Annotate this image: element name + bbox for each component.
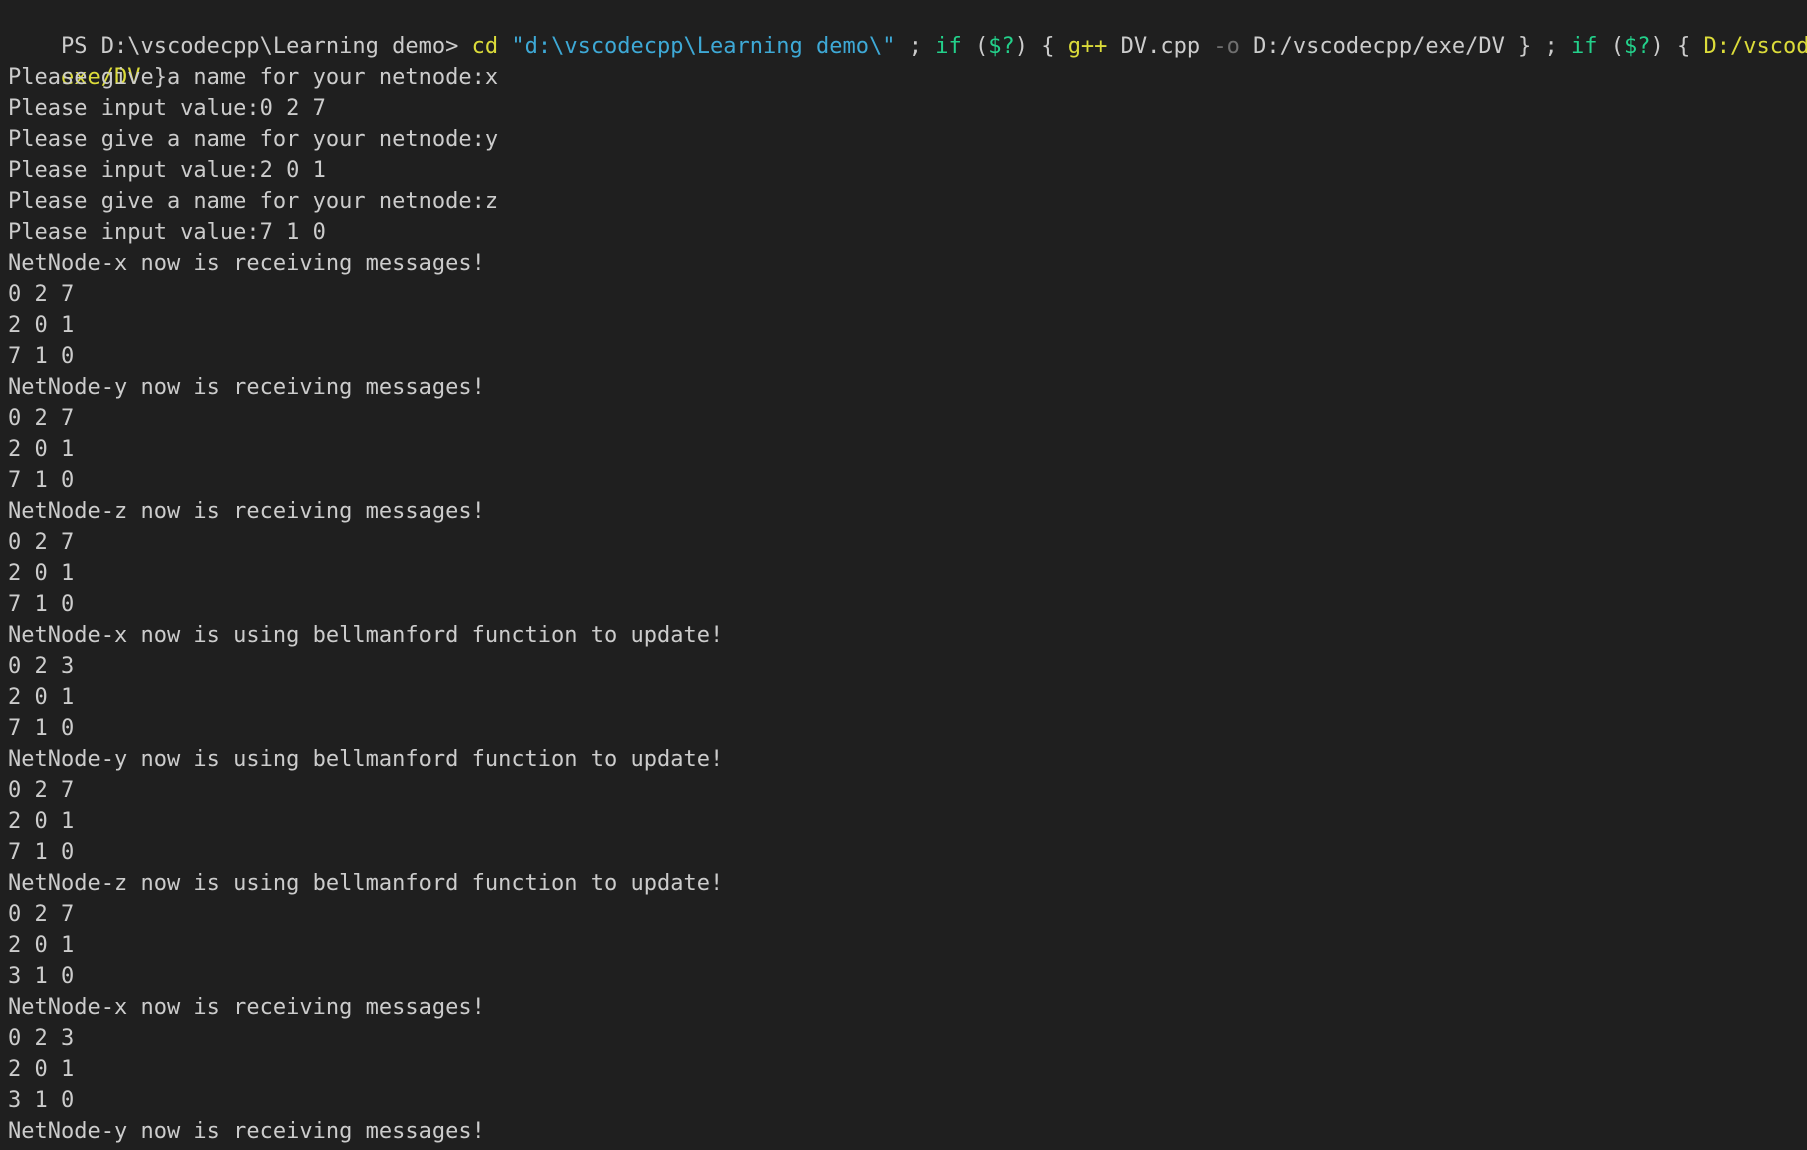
output-line: 7 1 0 bbox=[8, 592, 75, 617]
output-line: 2 0 1 bbox=[8, 561, 75, 586]
output-line: 2 0 1 bbox=[8, 685, 75, 710]
status-variable: $? bbox=[1624, 34, 1651, 59]
prompt-text: PS D:\vscodecpp\Learning demo> bbox=[60, 34, 472, 59]
output-line: 2 0 1 bbox=[8, 313, 75, 338]
compiler-command: g++ bbox=[1067, 34, 1108, 59]
if-keyword: if bbox=[1571, 34, 1598, 59]
output-line: NetNode-x now is using bellmanford funct… bbox=[8, 623, 724, 648]
output-line: NetNode-y now is using bellmanford funct… bbox=[8, 747, 724, 772]
output-line: Please give a name for your netnode:x bbox=[8, 65, 499, 90]
terminal-output: Please give a name for your netnode:x Ple… bbox=[8, 62, 1799, 1147]
output-line: 0 2 3 bbox=[8, 1026, 75, 1051]
output-line: 0 2 7 bbox=[8, 778, 75, 803]
output-path: D:/vscodecpp/exe/DV } ; bbox=[1239, 34, 1572, 59]
output-line: 0 2 7 bbox=[8, 406, 75, 431]
output-line: 7 1 0 bbox=[8, 468, 75, 493]
source-file: DV.cpp bbox=[1107, 34, 1214, 59]
output-line: 3 1 0 bbox=[8, 1088, 75, 1113]
output-line: Please input value:0 2 7 bbox=[8, 96, 326, 121]
output-line: 0 2 7 bbox=[8, 530, 75, 555]
output-line: Please input value:7 1 0 bbox=[8, 220, 326, 245]
output-flag: -o bbox=[1213, 34, 1240, 59]
command-line: PS D:\vscodecpp\Learning demo> cd "d:\vs… bbox=[8, 0, 1807, 59]
output-line: NetNode-x now is receiving messages! bbox=[8, 251, 485, 276]
output-line: NetNode-z now is using bellmanford funct… bbox=[8, 871, 724, 896]
output-line: Please input value:2 0 1 bbox=[8, 158, 326, 183]
output-line: NetNode-x now is receiving messages! bbox=[8, 995, 485, 1020]
output-line: 2 0 1 bbox=[8, 809, 75, 834]
output-line: 2 0 1 bbox=[8, 1057, 75, 1082]
output-line: 0 2 7 bbox=[8, 282, 75, 307]
path-string: "d:\vscodecpp\Learning demo\" bbox=[511, 34, 896, 59]
cd-command: cd bbox=[471, 34, 499, 59]
output-line: Please give a name for your netnode:z bbox=[8, 189, 499, 214]
output-line: 2 0 1 bbox=[8, 933, 75, 958]
output-line: 0 2 3 bbox=[8, 654, 75, 679]
executable-path: D:/vscodecpp/ bbox=[1703, 34, 1807, 59]
output-line: NetNode-y now is receiving messages! bbox=[8, 1119, 485, 1144]
output-line: NetNode-y now is receiving messages! bbox=[8, 375, 485, 400]
status-variable: $? bbox=[988, 34, 1015, 59]
output-line: 7 1 0 bbox=[8, 344, 75, 369]
if-keyword: if bbox=[935, 34, 962, 59]
output-line: 2 0 1 bbox=[8, 437, 75, 462]
output-line: 7 1 0 bbox=[8, 716, 75, 741]
output-line: 0 2 7 bbox=[8, 902, 75, 927]
output-line: NetNode-z now is receiving messages! bbox=[8, 499, 485, 524]
terminal-panel[interactable]: PS D:\vscodecpp\Learning demo> cd "d:\vs… bbox=[0, 0, 1807, 1150]
output-line: 7 1 0 bbox=[8, 840, 75, 865]
output-line: Please give a name for your netnode:y bbox=[8, 127, 499, 152]
output-line: 3 1 0 bbox=[8, 964, 75, 989]
